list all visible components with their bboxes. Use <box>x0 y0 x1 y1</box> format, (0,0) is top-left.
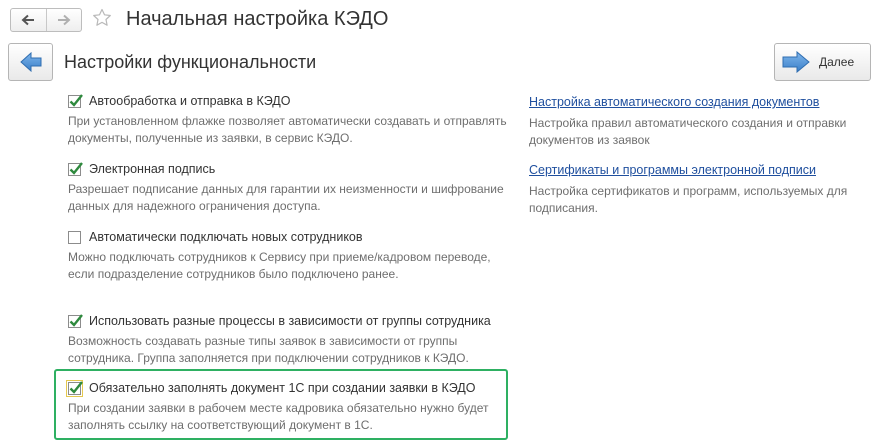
link-block-certificates: Сертификаты и программы электронной подп… <box>529 161 874 217</box>
option-e-signature: Электронная подпись Разрешает подписание… <box>68 160 508 215</box>
history-forward-button[interactable] <box>45 9 82 31</box>
link-description: Настройка правил автоматического создани… <box>529 116 847 147</box>
option-description: При создании заявки в рабочем месте кадр… <box>68 401 489 432</box>
option-row[interactable]: Автообработка и отправка в КЭДО <box>68 92 508 110</box>
link-block-auto-docs: Настройка автоматического создания докум… <box>529 93 874 149</box>
auto-docs-settings-link[interactable]: Настройка автоматического создания докум… <box>529 93 874 111</box>
option-row[interactable]: Электронная подпись <box>68 160 508 178</box>
favorite-star-icon[interactable] <box>92 8 112 28</box>
option-description: Разрешает подписание данных для гарантии… <box>68 182 504 213</box>
page-title: Настройки функциональности <box>64 52 317 72</box>
option-auto-processing: Автообработка и отправка в КЭДО При уста… <box>68 92 508 147</box>
e-signature-checkbox[interactable] <box>68 161 83 176</box>
option-description: Возможность создавать разные типы заявок… <box>68 334 469 365</box>
checkmark-icon <box>69 93 83 107</box>
certificates-link[interactable]: Сертификаты и программы электронной подп… <box>529 161 874 179</box>
option-label: Электронная подпись <box>89 162 216 176</box>
require-1c-document-checkbox[interactable] <box>66 379 83 397</box>
checkmark-icon <box>69 313 83 327</box>
next-button-label: Далее <box>819 55 855 69</box>
arrow-right-icon <box>57 14 71 26</box>
option-label: Использовать разные процессы в зависимос… <box>89 314 491 328</box>
checkmark-icon <box>69 161 83 175</box>
window-title: Начальная настройка КЭДО <box>126 8 389 30</box>
option-label: Автоматически подключать новых сотрудник… <box>89 230 363 244</box>
auto-connect-checkbox[interactable] <box>68 230 81 244</box>
history-back-button[interactable] <box>11 9 46 31</box>
arrow-left-icon <box>19 52 41 72</box>
link-description: Настройка сертификатов и программ, испол… <box>529 184 848 215</box>
checkmark-icon <box>69 380 83 394</box>
arrow-right-icon <box>782 51 810 73</box>
option-row[interactable]: Использовать разные процессы в зависимос… <box>68 312 508 330</box>
option-row[interactable]: Обязательно заполнять документ 1С при со… <box>66 379 508 397</box>
option-require-1c-document: Обязательно заполнять документ 1С при со… <box>66 379 508 434</box>
arrow-left-icon <box>21 14 35 26</box>
option-description: При установленном флажке позволяет автом… <box>68 114 507 145</box>
group-processes-checkbox[interactable] <box>68 313 83 328</box>
option-group-processes: Использовать разные процессы в зависимос… <box>68 312 508 367</box>
auto-processing-checkbox[interactable] <box>68 93 83 108</box>
next-button[interactable]: Далее <box>774 43 871 81</box>
option-label: Автообработка и отправка в КЭДО <box>89 94 291 108</box>
option-auto-connect-employees: Автоматически подключать новых сотрудник… <box>68 228 508 283</box>
option-row[interactable]: Автоматически подключать новых сотрудник… <box>68 228 508 246</box>
back-button[interactable] <box>8 43 53 81</box>
history-nav <box>10 8 82 32</box>
option-description: Можно подключать сотрудников к Сервису п… <box>68 250 491 281</box>
option-label: Обязательно заполнять документ 1С при со… <box>89 381 476 395</box>
